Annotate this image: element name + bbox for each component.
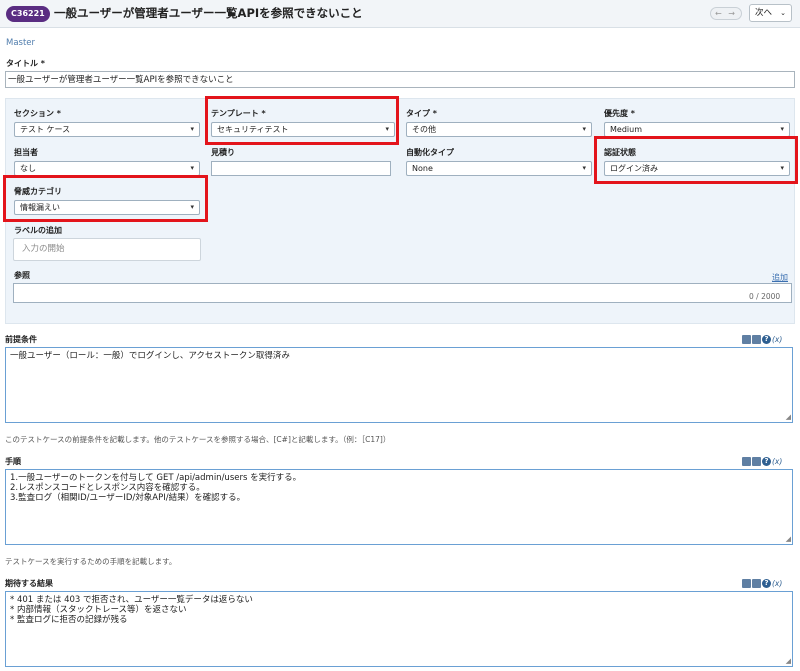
expected-text: * 401 または 403 で拒否され、ユーザー一覧データは返らない * 内部情… xyxy=(10,595,253,625)
automation-label: 自動化タイプ xyxy=(406,148,454,157)
title-label: タイトル * xyxy=(6,59,45,68)
reference-input[interactable] xyxy=(13,283,792,303)
priority-label: 優先度 * xyxy=(604,109,635,118)
dropdown-arrow-icon: ▾ xyxy=(190,125,194,133)
title-input[interactable]: 一般ユーザーが管理者ユーザー一覧APIを参照できないこと xyxy=(5,71,795,88)
master-link[interactable]: Master xyxy=(6,38,35,48)
reference-add-link[interactable]: 追加 xyxy=(772,272,788,283)
threat-category-label: 脅威カテゴリ xyxy=(14,187,62,196)
assignee-select[interactable]: なし ▾ xyxy=(14,161,200,176)
preconditions-textarea[interactable]: 一般ユーザー（ロール：一般）でログインし、アクセストークン取得済み ◢ xyxy=(5,347,793,423)
dropdown-arrow-icon: ▾ xyxy=(780,164,784,172)
help-icon[interactable]: ? xyxy=(762,579,771,588)
dropdown-arrow-icon: ▾ xyxy=(780,125,784,133)
preconditions-label: 前提条件 xyxy=(5,335,37,344)
preconditions-toolbar: ? (x) xyxy=(741,335,793,345)
auth-state-label: 認証状態 xyxy=(604,148,636,157)
help-icon[interactable]: ? xyxy=(762,335,771,344)
expected-toolbar: ? (x) xyxy=(741,579,793,589)
reference-label: 参照 xyxy=(14,271,30,280)
steps-label: 手順 xyxy=(5,457,21,466)
threat-category-select[interactable]: 情報漏えい ▾ xyxy=(14,200,200,215)
estimate-input[interactable] xyxy=(211,161,391,176)
auth-state-highlight xyxy=(594,136,798,184)
table-icon[interactable] xyxy=(752,335,761,344)
type-label: タイプ * xyxy=(406,109,437,118)
priority-select[interactable]: Medium ▾ xyxy=(604,122,790,137)
variable-icon[interactable]: (x) xyxy=(772,335,784,344)
labels-label: ラベルの追加 xyxy=(14,226,62,235)
preconditions-text: 一般ユーザー（ロール：一般）でログインし、アクセストークン取得済み xyxy=(10,351,290,361)
type-value: その他 xyxy=(412,125,436,134)
variable-icon[interactable]: (x) xyxy=(772,457,784,466)
template-label: テンプレート * xyxy=(211,109,266,118)
steps-hint: テストケースを実行するための手順を記載します。 xyxy=(5,557,177,566)
priority-value: Medium xyxy=(610,125,642,134)
assignee-label: 担当者 xyxy=(14,148,38,157)
image-icon[interactable] xyxy=(742,579,751,588)
template-value: セキュリティテスト xyxy=(217,125,289,134)
estimate-label: 見積り xyxy=(211,148,235,157)
dropdown-arrow-icon: ▾ xyxy=(582,125,586,133)
resize-handle-icon[interactable]: ◢ xyxy=(786,658,791,665)
variable-icon[interactable]: (x) xyxy=(772,579,784,588)
help-icon[interactable]: ? xyxy=(762,457,771,466)
dropdown-arrow-icon: ▾ xyxy=(190,164,194,172)
reference-char-counter: 0 / 2000 xyxy=(749,292,781,301)
next-button-label: 次へ xyxy=(755,8,773,18)
section-select[interactable]: テスト ケース ▾ xyxy=(14,122,200,137)
table-icon[interactable] xyxy=(752,579,761,588)
steps-textarea[interactable]: 1.一般ユーザーのトークンを付与して GET /api/admin/users … xyxy=(5,469,793,545)
section-label: セクション * xyxy=(14,109,61,118)
template-highlight xyxy=(205,96,399,145)
expected-textarea[interactable]: * 401 または 403 で拒否され、ユーザー一覧データは返らない * 内部情… xyxy=(5,591,793,667)
auth-state-select[interactable]: ログイン済み ▾ xyxy=(604,161,790,176)
auth-state-value: ログイン済み xyxy=(610,164,658,173)
resize-handle-icon[interactable]: ◢ xyxy=(786,414,791,421)
preconditions-hint: このテストケースの前提条件を記載します。他のテストケースを参照する場合、[C#]… xyxy=(5,435,391,444)
steps-toolbar: ? (x) xyxy=(741,457,793,467)
chevron-down-icon: ⌄ xyxy=(780,9,786,17)
threat-category-value: 情報漏えい xyxy=(20,203,60,212)
section-value: テスト ケース xyxy=(20,125,71,134)
labels-input[interactable]: 入力の開始 xyxy=(13,238,201,261)
type-select[interactable]: その他 ▾ xyxy=(406,122,592,137)
resize-handle-icon[interactable]: ◢ xyxy=(786,536,791,543)
dropdown-arrow-icon: ▾ xyxy=(582,164,586,172)
image-icon[interactable] xyxy=(742,457,751,466)
dropdown-arrow-icon: ▾ xyxy=(385,125,389,133)
assignee-value: なし xyxy=(20,164,36,173)
expected-label: 期待する結果 xyxy=(5,579,53,588)
case-id-badge: C36221 xyxy=(6,6,50,22)
prev-next-arrows[interactable]: ← → xyxy=(710,7,742,20)
page-title: 一般ユーザーが管理者ユーザー一覧APIを参照できないこと xyxy=(54,6,363,20)
steps-text: 1.一般ユーザーのトークンを付与して GET /api/admin/users … xyxy=(10,473,302,503)
automation-select[interactable]: None ▾ xyxy=(406,161,592,176)
automation-value: None xyxy=(412,164,433,173)
next-button[interactable]: 次へ ⌄ xyxy=(749,4,792,22)
image-icon[interactable] xyxy=(742,335,751,344)
dropdown-arrow-icon: ▾ xyxy=(190,203,194,211)
table-icon[interactable] xyxy=(752,457,761,466)
template-select[interactable]: セキュリティテスト ▾ xyxy=(211,122,395,137)
